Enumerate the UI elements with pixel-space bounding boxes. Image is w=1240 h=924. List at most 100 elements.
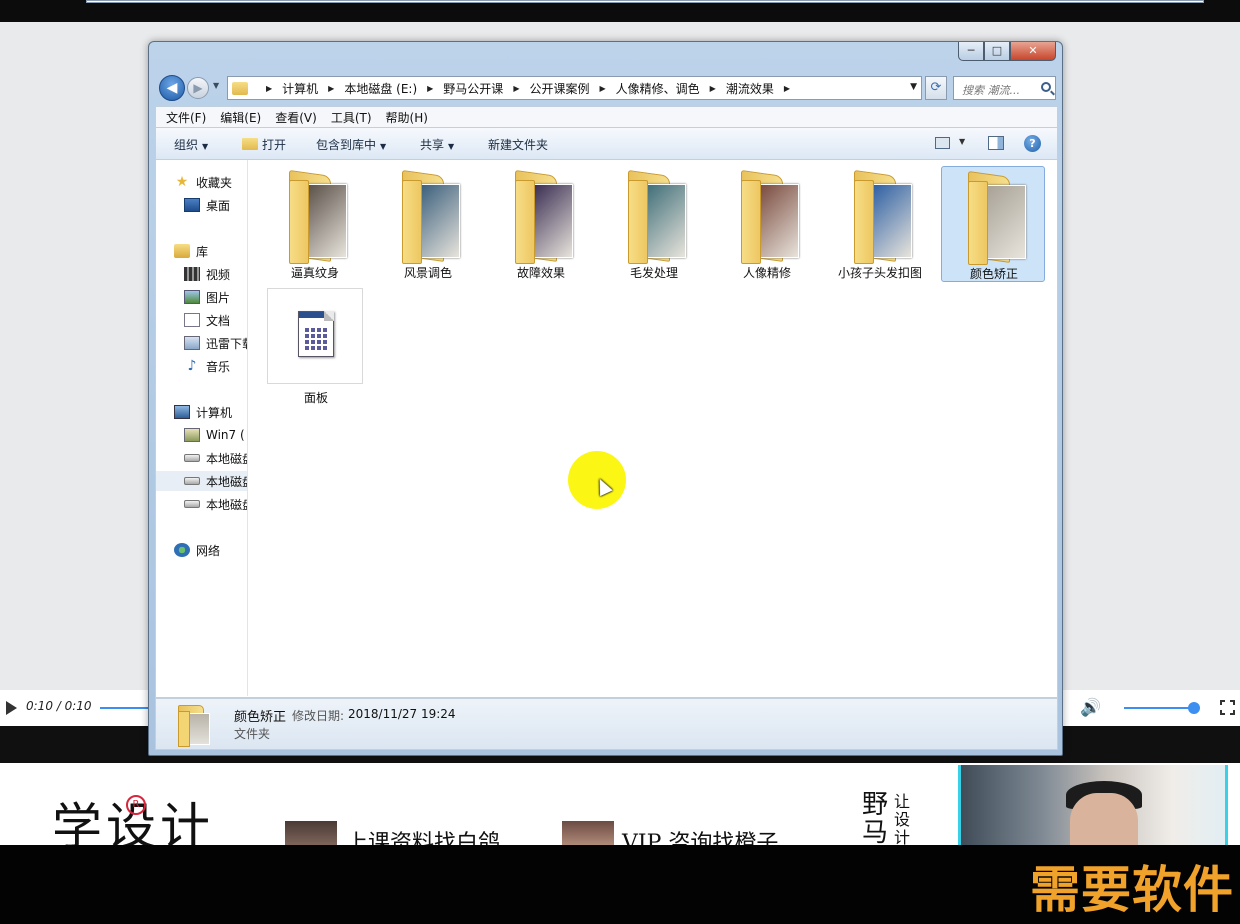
computer-icon [174, 405, 190, 419]
folder-name: 人像精修 [742, 266, 791, 280]
nav-music[interactable]: ♪ 音乐 [184, 356, 230, 376]
folder-icon [968, 171, 1026, 265]
webcam-presenter-face [1070, 793, 1138, 845]
recent-pages-dropdown[interactable]: ▼ [213, 81, 219, 90]
refresh-button[interactable]: ⟳ [925, 76, 947, 100]
fullscreen-icon[interactable] [1219, 699, 1236, 716]
video-progress-bar[interactable] [100, 707, 150, 709]
breadcrumb-item[interactable]: 人像精修、调色 [616, 80, 700, 97]
folder-icon [741, 170, 799, 264]
folder-item-selected[interactable]: 颜色矫正 [941, 166, 1045, 282]
nav-downloads[interactable]: 迅雷下载 [184, 333, 247, 353]
nav-favorites[interactable]: ★ 收藏夹 [174, 172, 232, 192]
folder-item[interactable]: 故障效果 [489, 166, 593, 282]
window-caption-buttons: ─ □ ✕ [958, 42, 1056, 61]
details-modified-label: 修改日期: [292, 709, 345, 723]
nav-computer[interactable]: 计算机 [174, 402, 232, 422]
help-icon[interactable]: ? [1024, 135, 1041, 152]
drive-icon [184, 454, 200, 462]
menu-file[interactable]: 文件(F) [166, 109, 206, 126]
menu-tools[interactable]: 工具(T) [331, 109, 372, 126]
nav-videos[interactable]: 视频 [184, 264, 230, 284]
nav-drive-2[interactable]: 本地磁盘 [156, 471, 247, 491]
folder-item[interactable]: 小孩子头发扣图 [828, 166, 932, 282]
volume-icon[interactable]: 🔊 [1080, 698, 1102, 718]
pictures-icon [184, 290, 200, 304]
include-in-library-button[interactable]: 包含到库中 ▼ [316, 136, 386, 153]
file-icon [298, 311, 334, 357]
menu-edit[interactable]: 编辑(E) [220, 109, 261, 126]
browser-top-strip [0, 0, 1240, 22]
view-options-dropdown[interactable]: ▼ [959, 137, 965, 146]
folder-icon [232, 81, 248, 95]
menu-help[interactable]: 帮助(H) [386, 109, 428, 126]
video-time: 0:10 / 0:10 [26, 699, 92, 713]
folder-name: 颜色矫正 [969, 267, 1018, 281]
details-name: 颜色矫正 [234, 710, 287, 725]
nav-libraries[interactable]: 库 [174, 241, 208, 261]
music-icon: ♪ [187, 358, 197, 374]
new-folder-button[interactable]: 新建文件夹 [488, 136, 548, 153]
file-name: 面板 [303, 391, 328, 405]
nav-drive-win7[interactable]: Win7 ( [184, 425, 245, 445]
nav-documents[interactable]: 文档 [184, 310, 230, 330]
breadcrumb-item[interactable]: 野马公开课 [443, 80, 503, 97]
open-button[interactable]: 打开 [242, 136, 286, 153]
back-button[interactable]: ◀ [159, 75, 185, 101]
library-icon [174, 244, 190, 258]
breadcrumb-item[interactable]: 本地磁盘 (E:) [344, 80, 417, 97]
file-item[interactable]: 面板 [267, 288, 363, 405]
network-icon [174, 543, 190, 557]
banner-slogan: 让设计 [894, 792, 911, 846]
nav-desktop[interactable]: 桌面 [184, 195, 230, 215]
details-pane: 颜色矫正 修改日期: 2018/11/27 19:24 文件夹 [155, 698, 1058, 750]
volume-slider-knob[interactable] [1188, 702, 1200, 714]
folder-item[interactable]: 毛发处理 [602, 166, 706, 282]
address-bar[interactable]: ▶ 计算机 ▶ 本地磁盘 (E:) ▶ 野马公开课 ▶ 公开课案例 ▶ 人像精修… [227, 76, 922, 100]
folder-name: 风景调色 [403, 266, 452, 280]
nav-pictures[interactable]: 图片 [184, 287, 230, 307]
folder-icon [515, 170, 573, 264]
search-icon[interactable] [1041, 82, 1051, 92]
video-icon [184, 267, 200, 281]
drive-icon [184, 477, 200, 485]
content-area: ★收藏夹 桌面 库 视频 图片 文档 迅雷下载 ♪音乐 计算机 Win7 ( 本… [155, 160, 1058, 698]
banner-avatar-1 [285, 821, 337, 845]
nav-drive-1[interactable]: 本地磁盘 [184, 448, 247, 468]
nav-drive-3[interactable]: 本地磁盘 [184, 494, 247, 514]
nav-network[interactable]: 网络 [174, 540, 220, 560]
navigation-row: ◀ ▶ ▼ ▶ 计算机 ▶ 本地磁盘 (E:) ▶ 野马公开课 ▶ 公开课案例 … [155, 72, 1058, 102]
address-dropdown-icon[interactable]: ▼ [910, 82, 917, 92]
folder-name: 毛发处理 [629, 266, 678, 280]
system-drive-icon [184, 428, 200, 442]
preview-pane-icon[interactable] [988, 136, 1004, 150]
menu-view[interactable]: 查看(V) [275, 109, 317, 126]
details-type: 文件夹 [234, 727, 271, 741]
organize-button[interactable]: 组织 ▼ [174, 136, 208, 153]
play-icon[interactable] [6, 701, 17, 715]
close-button[interactable]: ✕ [1010, 42, 1056, 61]
minimize-button[interactable]: ─ [958, 42, 984, 61]
share-button[interactable]: 共享 ▼ [420, 136, 454, 153]
forward-button[interactable]: ▶ [187, 77, 209, 99]
change-view-icon[interactable] [935, 137, 950, 149]
file-list: 逼真纹身 风景调色 故障效果 毛发处理 人像精修 小孩子头发扣图 颜色矫正 面板 [249, 160, 1057, 696]
banner-avatar-2 [562, 821, 614, 845]
breadcrumb-item[interactable]: 公开课案例 [529, 80, 589, 97]
chevron-down-icon: ▼ [448, 142, 455, 151]
folder-item[interactable]: 逼真纹身 [263, 166, 367, 282]
maximize-button[interactable]: □ [984, 42, 1010, 61]
open-folder-icon [242, 138, 258, 150]
folder-item[interactable]: 风景调色 [376, 166, 480, 282]
breadcrumb-item[interactable]: 计算机 [282, 80, 318, 97]
banner-brand: 野马 [862, 790, 889, 845]
breadcrumb-item[interactable]: 潮流效果 [726, 80, 774, 97]
details-modified-value: 2018/11/27 19:24 [348, 707, 456, 721]
volume-slider[interactable] [1124, 707, 1196, 709]
breadcrumb: ▶ 计算机 ▶ 本地磁盘 (E:) ▶ 野马公开课 ▶ 公开课案例 ▶ 人像精修… [266, 80, 790, 97]
chevron-down-icon: ▼ [202, 142, 209, 151]
search-input[interactable]: 搜索 潮流... [953, 76, 1056, 100]
folder-item[interactable]: 人像精修 [715, 166, 819, 282]
folder-icon [178, 705, 212, 747]
folder-name: 逼真纹身 [290, 266, 339, 280]
